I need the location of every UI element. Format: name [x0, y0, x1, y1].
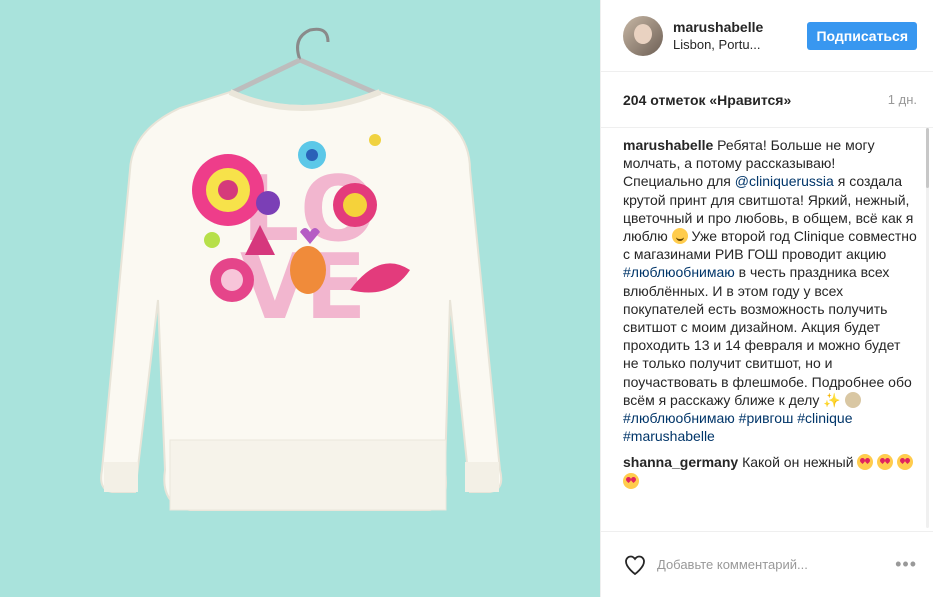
sweatshirt-illustration: L O V E — [0, 0, 600, 597]
follow-button[interactable]: Подписаться — [807, 21, 917, 50]
heart-eyes-emoji-icon — [623, 472, 639, 489]
hashtag-link[interactable]: #ривгош — [739, 410, 794, 426]
comment-username[interactable]: shanna_germany — [623, 454, 738, 470]
heart-outline-icon[interactable] — [623, 553, 647, 577]
comment-item: shanna_germany Какой он нежный — [623, 453, 919, 489]
caption-text-4: в честь праздника всех влюблённых. И в э… — [623, 264, 912, 408]
ellipsis-icon[interactable]: ••• — [895, 554, 917, 575]
caption-username[interactable]: marushabelle — [623, 137, 713, 153]
post-meta: 204 отметок «Нравится» 1 дн. — [601, 72, 933, 128]
caption-text-3: Уже второй год Clinique совместно с мага… — [623, 228, 917, 263]
hashtag-link[interactable]: #люблюобнимаю — [623, 410, 735, 426]
post-header: marushabelle Lisbon, Portu... Подписатьс… — [601, 0, 933, 72]
smile-emoji-icon — [671, 228, 688, 245]
author-info: marushabelle Lisbon, Portu... — [673, 19, 807, 53]
author-username[interactable]: marushabelle — [673, 19, 807, 36]
comments-list[interactable]: marushabelle Ребята! Больше не могу молч… — [601, 128, 933, 531]
likes-count[interactable]: 204 отметок «Нравится» — [623, 92, 791, 108]
post-sidebar: marushabelle Lisbon, Portu... Подписатьс… — [600, 0, 933, 597]
comments-scrollbar-thumb[interactable] — [926, 128, 929, 188]
post-photo[interactable]: L O V E — [0, 0, 600, 597]
heart-eyes-emoji-icon — [877, 454, 894, 471]
comment-text: Какой он нежный — [742, 454, 854, 471]
instagram-post: L O V E ma — [0, 0, 933, 597]
heart-eyes-emoji-icon — [857, 454, 874, 471]
hashtag-link[interactable]: #clinique — [797, 410, 852, 426]
location-link[interactable]: Lisbon, Portu... — [673, 36, 773, 53]
caption: marushabelle Ребята! Больше не могу молч… — [623, 136, 919, 445]
comment-bar: ••• — [601, 531, 933, 597]
post-date[interactable]: 1 дн. — [888, 92, 917, 107]
mention-link[interactable]: @cliniquerussia — [735, 173, 834, 189]
fairy-emoji-icon — [844, 391, 861, 408]
avatar[interactable] — [623, 15, 663, 56]
sparkle-emoji-icon: ✨ — [823, 391, 841, 408]
heart-eyes-emoji-icon — [897, 454, 914, 471]
comments-scrollbar-track[interactable] — [926, 128, 929, 528]
comment-input[interactable] — [657, 557, 896, 572]
hashtag-link[interactable]: #marushabelle — [623, 428, 715, 444]
hashtag-link[interactable]: #люблюобнимаю — [623, 264, 735, 280]
